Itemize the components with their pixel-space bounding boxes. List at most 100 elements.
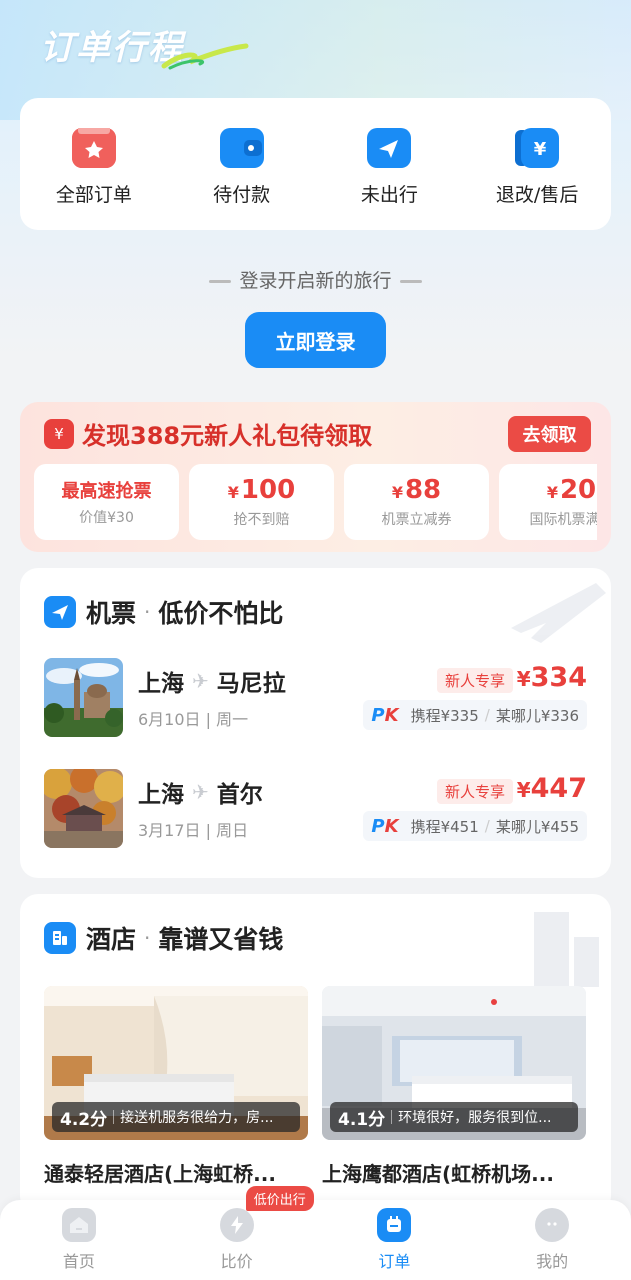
destination-city: 首尔 — [216, 782, 263, 808]
coupon-desc: 抢不到赔 — [233, 512, 290, 528]
flight-date: 3月17日 | 周日 — [138, 821, 249, 840]
section-dot: · — [144, 926, 151, 950]
order-refund[interactable]: ¥ 退改/售后 — [463, 98, 611, 230]
ctrip-price: 携程¥335 — [410, 706, 479, 725]
nav-orders[interactable]: 订单 — [316, 1200, 474, 1280]
section-title: 酒店 — [86, 925, 137, 954]
flight-route: 上海 ✈ 马尼拉 — [138, 664, 286, 698]
route-plane-icon: ✈ — [192, 669, 209, 693]
flight-route: 上海 ✈ 首尔 — [138, 775, 263, 809]
section-title: 机票 — [86, 599, 137, 628]
section-subtitle: 靠谱又省钱 — [158, 925, 284, 954]
coupon-item[interactable]: ¥20 国际机票满减 — [499, 464, 597, 540]
qunar-price: 某哪儿¥336 — [495, 706, 579, 725]
order-all[interactable]: 全部订单 — [20, 98, 168, 230]
hotel-item[interactable]: 4.2分 接送机服务很给力，房... 通泰轻居酒店(上海虹桥... — [44, 986, 308, 1187]
coupon-item[interactable]: ¥88 机票立减券 — [344, 464, 489, 540]
plane-icon — [44, 596, 76, 628]
rating-divider — [391, 1110, 393, 1124]
hotel-rating-bar: 4.2分 接送机服务很给力，房... — [52, 1102, 300, 1132]
login-hint: 登录开启新的旅行 — [0, 266, 631, 293]
order-upcoming-label: 未出行 — [360, 184, 418, 206]
coupon-item[interactable]: 最高速抢票 价值¥30 — [34, 464, 179, 540]
low-price-tag: 低价出行 — [245, 1186, 314, 1211]
flight-section-header[interactable]: 机票 · 低价不怕比 — [44, 594, 283, 630]
folder-icon — [71, 126, 116, 168]
hotel-section: 酒店 · 靠谱又省钱 4.2分 接送机服务很给力，房... 通泰轻居酒店(上海虹… — [20, 894, 611, 1214]
flight-section: 机票 · 低价不怕比 上海 ✈ 马尼拉 6月10日 | 周一 新人专享 ¥334… — [20, 568, 611, 878]
nav-label: 我的 — [536, 1252, 569, 1271]
compare-separator: / — [484, 706, 490, 724]
coupon-value: 最高速抢票 — [61, 481, 152, 502]
login-hint-text: 登录开启新的旅行 — [239, 270, 392, 292]
hotel-rating-bar: 4.1分 环境很好，服务很到位... — [330, 1102, 578, 1132]
destination-photo — [44, 769, 123, 848]
pk-badge-icon: PK — [371, 815, 399, 837]
home-icon — [61, 1208, 96, 1242]
section-subtitle: 低价不怕比 — [158, 599, 284, 628]
login-button[interactable]: 立即登录 — [245, 312, 386, 368]
flight-price: ¥447 — [516, 773, 587, 804]
coupon-desc: 机票立减券 — [381, 512, 452, 528]
divider-right — [399, 280, 422, 283]
ctrip-price: 携程¥451 — [410, 817, 479, 836]
lightning-icon — [219, 1208, 254, 1242]
bottom-navigation: 首页 比价 低价出行 订单 我的 — [0, 1186, 631, 1280]
hotel-name: 通泰轻居酒店(上海虹桥... — [44, 1162, 276, 1186]
hotel-review: 接送机服务很给力，房... — [120, 1110, 274, 1126]
new-user-tag: 新人专享 — [436, 668, 513, 693]
promo-title: 发现388元新人礼包待领取 — [82, 422, 373, 450]
hotel-photo: 4.2分 接送机服务很给力，房... — [44, 986, 308, 1140]
new-user-tag: 新人专享 — [436, 779, 513, 804]
profile-icon — [535, 1208, 570, 1242]
order-upcoming[interactable]: 未出行 — [316, 98, 464, 230]
nav-label: 订单 — [378, 1252, 411, 1271]
flight-item[interactable]: 上海 ✈ 首尔 3月17日 | 周日 新人专享 ¥447 PK 携程¥451 /… — [44, 769, 587, 849]
flight-price: ¥334 — [516, 662, 587, 693]
order-pending-payment[interactable]: 待付款 — [168, 98, 316, 230]
hotel-photo: 4.1分 环境很好，服务很到位... — [322, 986, 586, 1140]
origin-city: 上海 — [138, 671, 184, 697]
destination-photo — [44, 658, 123, 737]
qunar-price: 某哪儿¥455 — [495, 817, 579, 836]
order-pending-label: 待付款 — [213, 184, 271, 206]
coupon-desc: 国际机票满减 — [529, 512, 598, 528]
flight-item[interactable]: 上海 ✈ 马尼拉 6月10日 | 周一 新人专享 ¥334 PK 携程¥335 … — [44, 658, 587, 738]
new-user-promo-banner[interactable]: ¥ 发现388元新人礼包待领取 去领取 最高速抢票 价值¥30 ¥100 抢不到… — [20, 402, 611, 552]
origin-city: 上海 — [138, 782, 184, 808]
hotel-section-header[interactable]: 酒店 · 靠谱又省钱 — [44, 920, 283, 956]
coupon-item[interactable]: ¥100 抢不到赔 — [189, 464, 334, 540]
title-swoosh-decoration — [161, 43, 249, 70]
coupon-value: ¥100 — [227, 475, 296, 505]
hotel-building-icon — [44, 922, 76, 954]
yen-badge-icon: ¥ — [44, 418, 74, 449]
nav-label: 首页 — [62, 1252, 95, 1271]
hotel-review: 环境很好，服务很到位... — [398, 1110, 552, 1126]
coupon-desc: 价值¥30 — [79, 510, 134, 526]
plane-watermark-icon — [511, 583, 606, 643]
nav-profile[interactable]: 我的 — [473, 1200, 631, 1280]
hotel-name: 上海鹰都酒店(虹桥机场... — [322, 1162, 554, 1186]
order-icon — [377, 1208, 412, 1242]
send-icon — [367, 128, 412, 168]
hotel-item[interactable]: 4.1分 环境很好，服务很到位... 上海鹰都酒店(虹桥机场... — [322, 986, 586, 1187]
coupon-list: 最高速抢票 价值¥30 ¥100 抢不到赔 ¥88 机票立减券 ¥20 国际机票… — [34, 464, 597, 540]
route-plane-icon: ✈ — [192, 780, 209, 804]
divider-left — [209, 280, 232, 283]
hotel-score: 4.1分 — [338, 1109, 386, 1130]
promo-header: ¥ 发现388元新人礼包待领取 — [44, 416, 372, 451]
nav-label: 比价 — [220, 1252, 253, 1271]
claim-button[interactable]: 去领取 — [508, 416, 591, 452]
svg-text:¥: ¥ — [534, 139, 547, 160]
order-refund-label: 退改/售后 — [495, 184, 579, 206]
nav-home[interactable]: 首页 — [0, 1200, 158, 1280]
flight-date: 6月10日 | 周一 — [138, 710, 249, 729]
pk-badge-icon: PK — [371, 704, 399, 726]
nav-compare[interactable]: 比价 低价出行 — [158, 1186, 316, 1280]
price-compare: PK 携程¥451 / 某哪儿¥455 — [363, 811, 587, 841]
compare-separator: / — [484, 817, 490, 835]
destination-city: 马尼拉 — [216, 671, 286, 697]
wallet-icon — [219, 128, 264, 168]
hotel-score: 4.2分 — [60, 1109, 108, 1130]
rating-divider — [113, 1110, 115, 1124]
